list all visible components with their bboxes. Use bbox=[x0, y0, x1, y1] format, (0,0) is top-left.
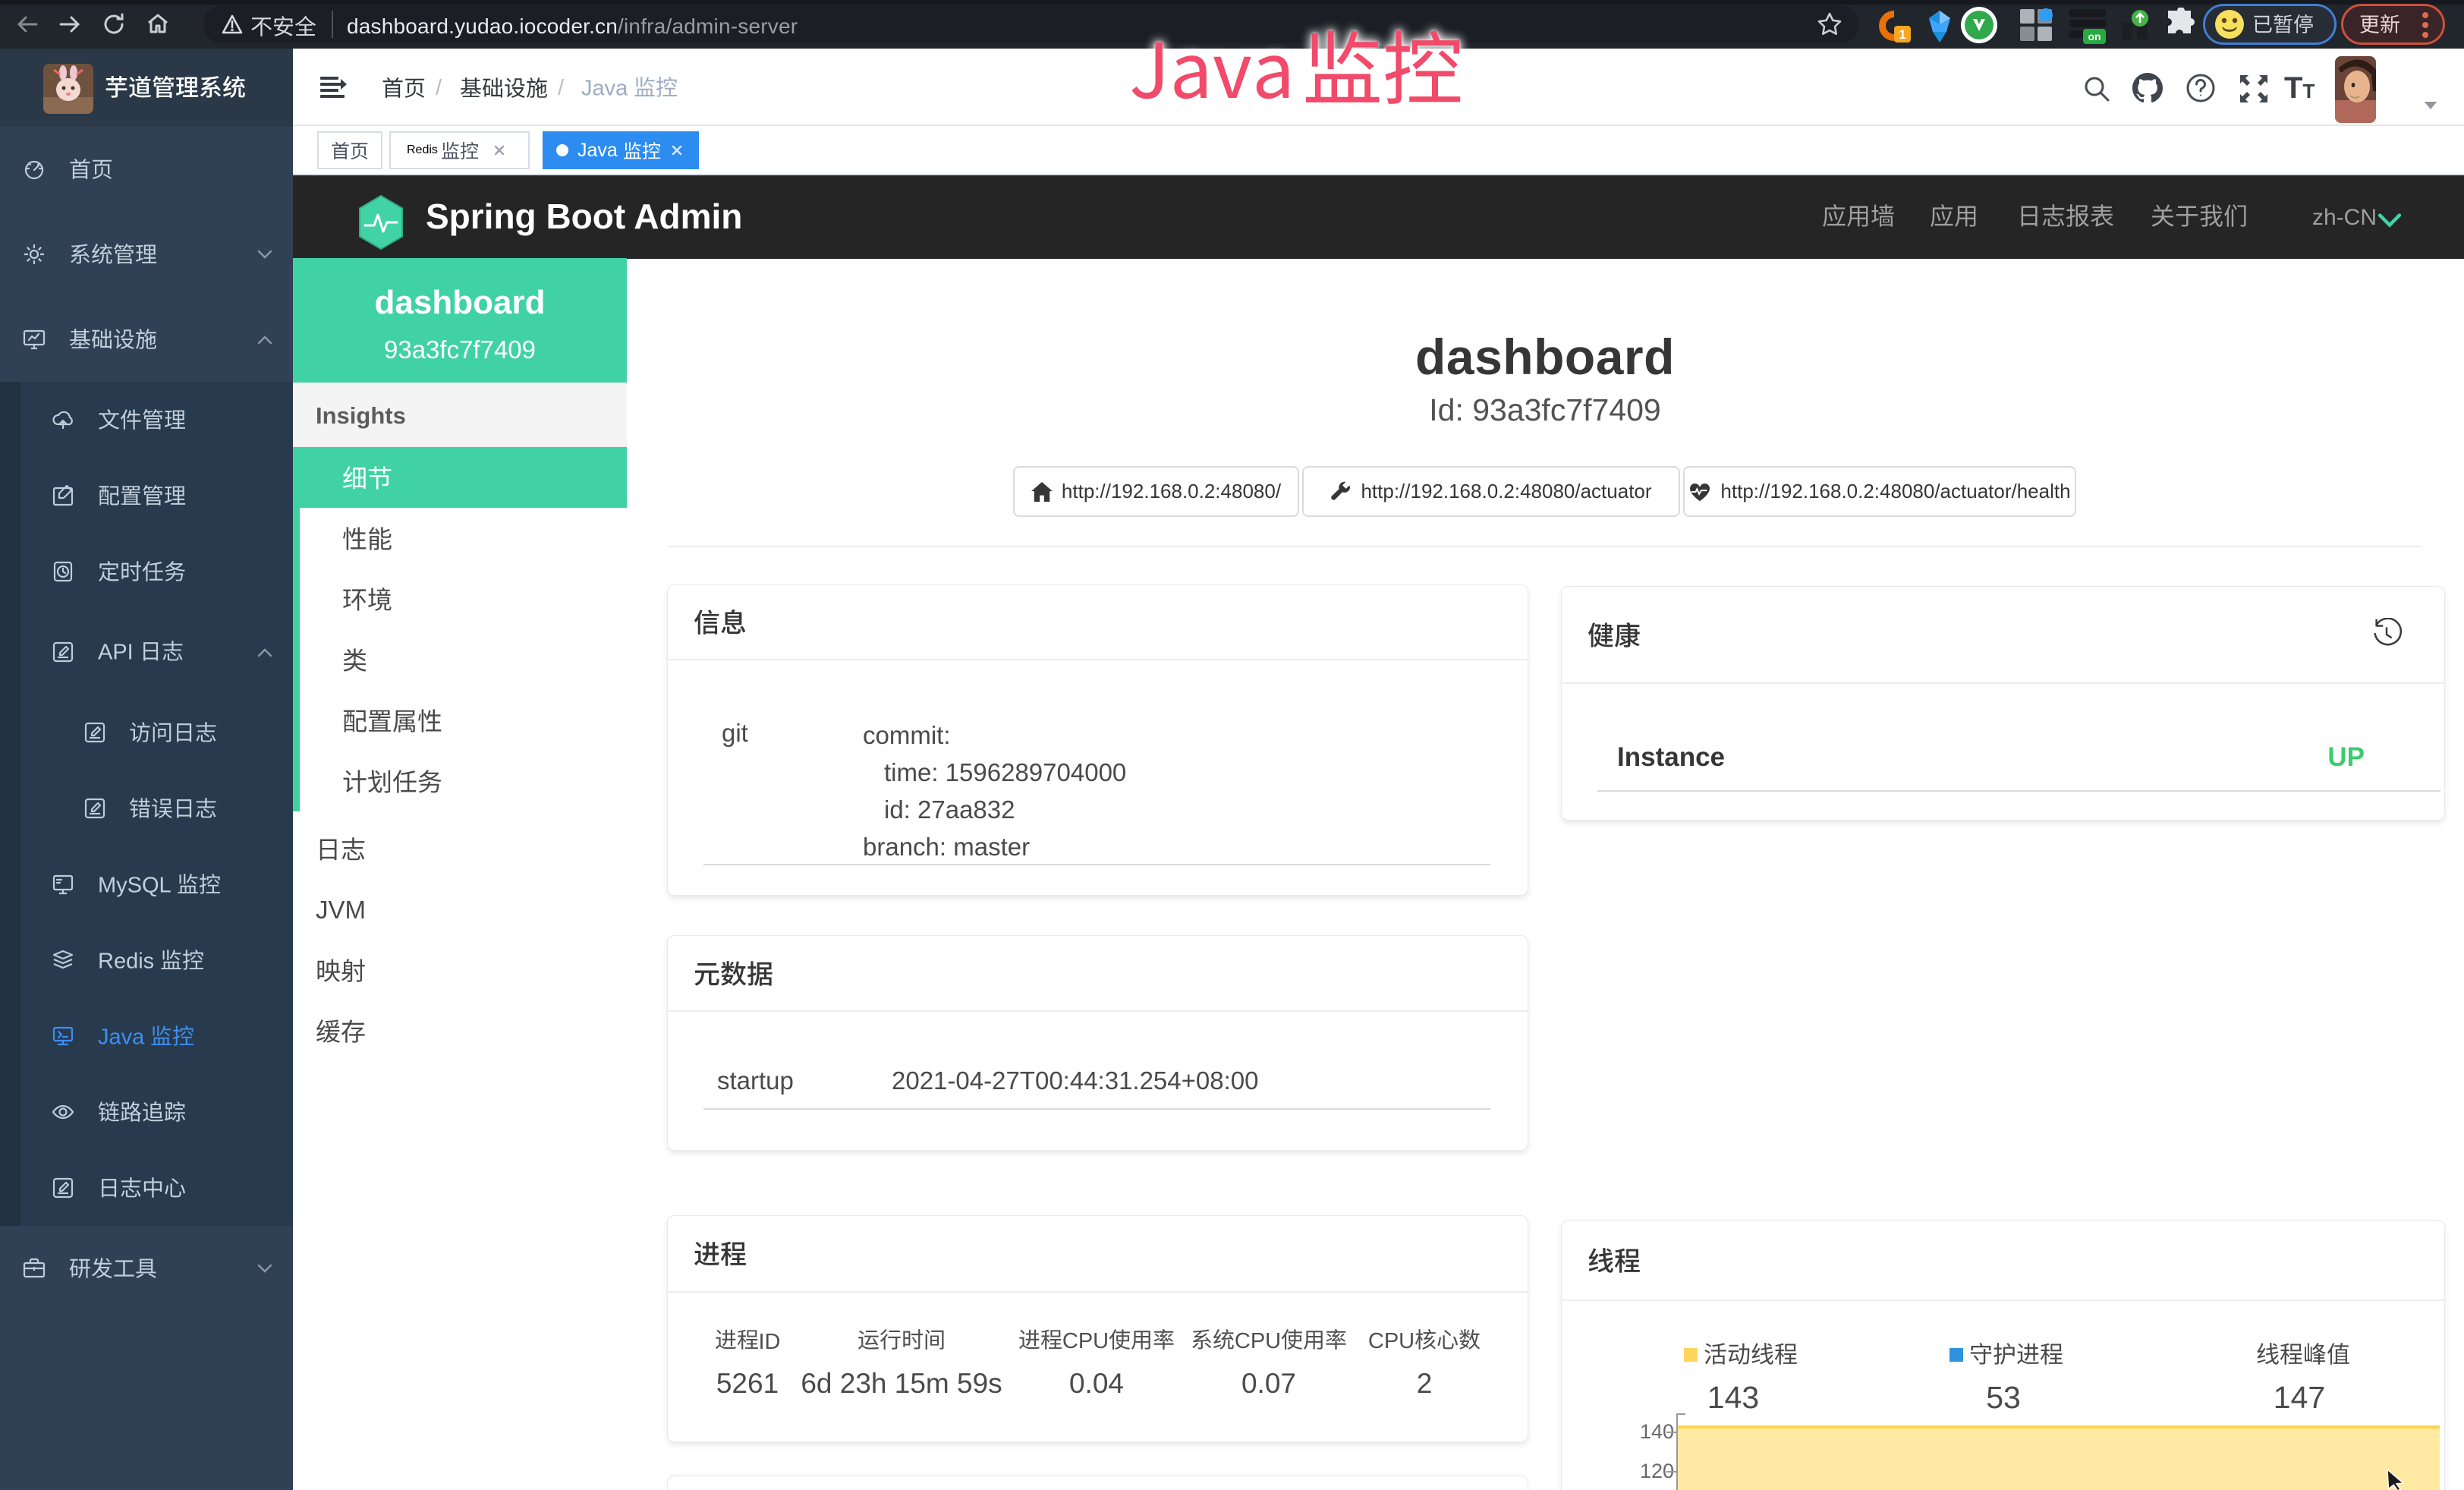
svg-text:on: on bbox=[2088, 30, 2101, 43]
svg-text:1: 1 bbox=[1899, 27, 1905, 42]
